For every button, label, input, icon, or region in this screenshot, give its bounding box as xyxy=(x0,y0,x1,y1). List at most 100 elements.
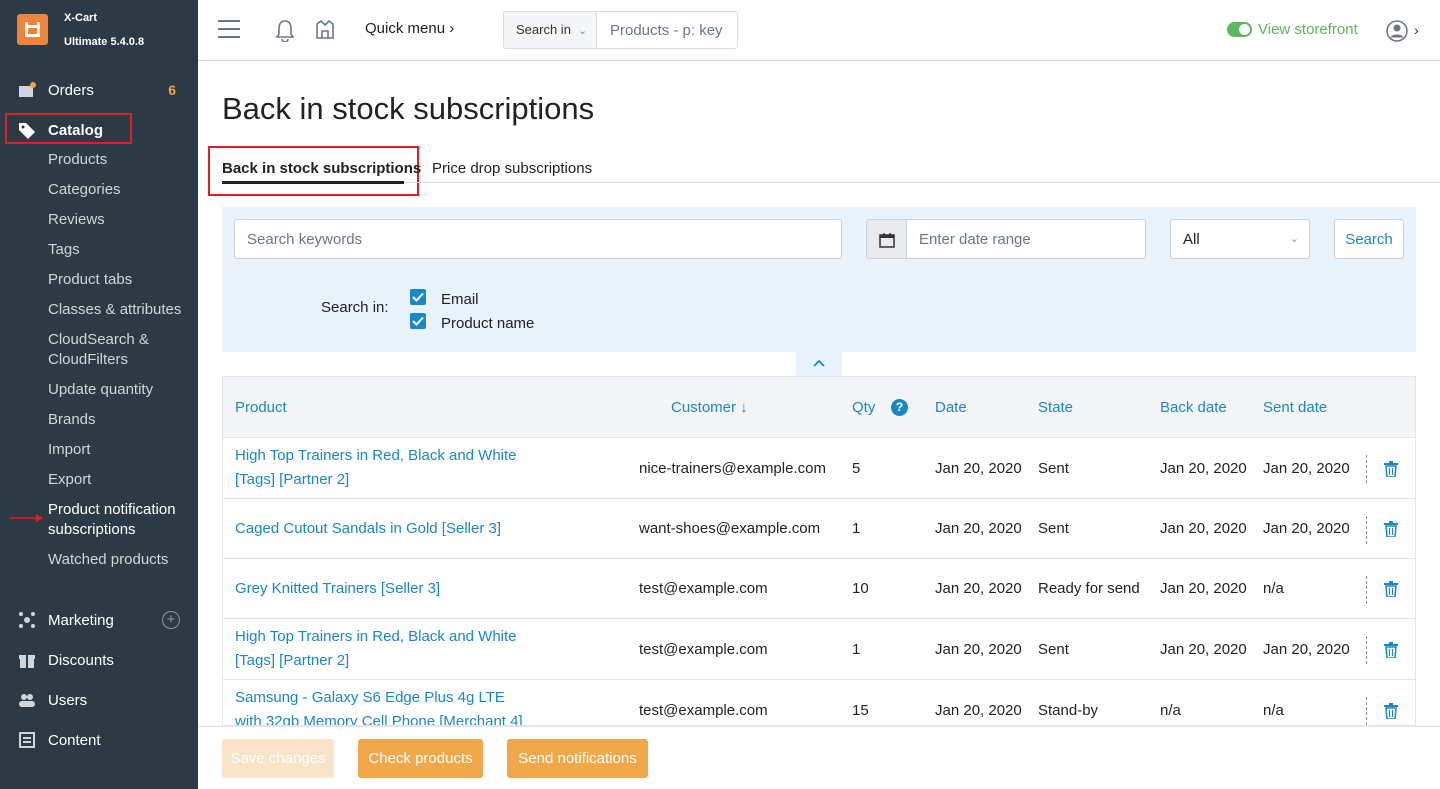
collapse-filter-button[interactable] xyxy=(796,352,842,376)
menu-icon[interactable] xyxy=(218,20,240,38)
trash-icon[interactable] xyxy=(1384,642,1398,658)
marketing-icon xyxy=(19,612,35,628)
header-search-input[interactable]: Products - p: key xyxy=(597,11,738,49)
state-value: Sent xyxy=(1038,460,1069,477)
sidebar-subitem-cloudsearch[interactable]: CloudSearch & CloudFilters xyxy=(48,330,193,370)
product-link[interactable]: High Top Trainers in Red, Black and Whit… xyxy=(235,444,535,492)
sidebar-item-label: Users xyxy=(48,692,88,709)
quick-menu[interactable]: Quick menu › xyxy=(365,20,454,37)
view-storefront-link[interactable]: View storefront xyxy=(1258,21,1358,38)
sidebar-subitem-export[interactable]: Export xyxy=(48,470,193,490)
sidebar-subitem-classes-attributes[interactable]: Classes & attributes xyxy=(48,300,193,320)
brand[interactable]: X-Cart Ultimate 5.4.0.8 xyxy=(0,0,198,60)
date-range-input[interactable]: Enter date range xyxy=(906,219,1146,259)
sidebar-item-catalog[interactable]: Catalog xyxy=(0,115,198,145)
trash-icon[interactable] xyxy=(1384,461,1398,477)
qty-value: 15 xyxy=(852,702,869,719)
tag-icon xyxy=(19,123,35,139)
sent-date-value: Jan 20, 2020 xyxy=(1263,520,1350,537)
table-header: Product Customer ↓ Qty ? Date State Back… xyxy=(223,377,1415,438)
sidebar-subitem-update-quantity[interactable]: Update quantity xyxy=(48,380,193,400)
search-in-label: Search in xyxy=(516,22,571,37)
sidebar-subitem-products[interactable]: Products xyxy=(48,150,193,170)
column-date[interactable]: Date xyxy=(935,399,967,416)
column-qty[interactable]: Qty xyxy=(852,399,875,416)
help-icon[interactable]: ? xyxy=(891,399,908,416)
state-value: Stand-by xyxy=(1038,702,1099,719)
sidebar-subitem-reviews[interactable]: Reviews xyxy=(48,210,193,230)
search-button[interactable]: Search xyxy=(1334,219,1404,259)
sidebar-subitem-brands[interactable]: Brands xyxy=(48,410,193,430)
sidebar-item-orders[interactable]: Orders 6 xyxy=(0,75,198,105)
qty-value: 5 xyxy=(852,460,861,477)
product-link[interactable]: Caged Cutout Sandals in Gold [Seller 3] xyxy=(235,517,535,541)
active-tab-underline xyxy=(222,181,404,184)
sidebar-subitem-product-tabs[interactable]: Product tabs xyxy=(48,270,193,290)
chevron-right-icon[interactable]: › xyxy=(1414,22,1419,38)
email-option-label: Email xyxy=(441,291,479,308)
email-checkbox[interactable] xyxy=(410,289,426,305)
sidebar-item-discounts[interactable]: Discounts xyxy=(0,645,198,675)
customer-email: test@example.com xyxy=(639,580,768,597)
row-divider xyxy=(1366,576,1367,604)
check-products-button[interactable]: Check products xyxy=(358,739,483,778)
status-select[interactable]: All ⌄ xyxy=(1170,219,1310,259)
trash-icon[interactable] xyxy=(1384,581,1398,597)
keywords-input[interactable]: Search keywords xyxy=(234,219,842,259)
search-in-dropdown[interactable]: Search in ⌄ xyxy=(503,11,597,49)
sidebar-item-marketing[interactable]: Marketing + xyxy=(0,605,198,635)
sidebar-item-label: Orders xyxy=(48,82,94,99)
sidebar-subitem-tags[interactable]: Tags xyxy=(48,240,193,260)
sidebar-subitem-watched-products[interactable]: Watched products xyxy=(48,550,193,570)
send-notifications-button[interactable]: Send notifications xyxy=(507,739,648,778)
gift-icon xyxy=(19,655,35,668)
product-name-checkbox[interactable] xyxy=(410,313,426,329)
table-row: High Top Trainers in Red, Black and Whit… xyxy=(223,438,1415,499)
users-icon xyxy=(19,694,35,707)
column-back-date[interactable]: Back date xyxy=(1160,399,1227,416)
brand-name: X-Cart xyxy=(64,12,98,24)
sidebar-subitem-product-notification-subscriptions[interactable]: Product notification subscriptions xyxy=(48,500,193,540)
table-row: Samsung - Galaxy S6 Edge Plus 4g LTE wit… xyxy=(223,680,1415,725)
storefront-toggle[interactable] xyxy=(1227,22,1252,37)
back-date-value: Jan 20, 2020 xyxy=(1160,580,1247,597)
sent-date-value: Jan 20, 2020 xyxy=(1263,641,1350,658)
user-avatar-icon[interactable] xyxy=(1386,20,1408,42)
product-link[interactable]: Samsung - Galaxy S6 Edge Plus 4g LTE wit… xyxy=(235,686,535,725)
column-state[interactable]: State xyxy=(1038,399,1073,416)
sidebar-item-label: Marketing xyxy=(48,612,114,629)
tab-price-drop[interactable]: Price drop subscriptions xyxy=(432,160,592,177)
row-divider xyxy=(1366,636,1367,664)
bell-icon[interactable] xyxy=(274,18,296,42)
brand-version: Ultimate 5.4.0.8 xyxy=(64,36,145,48)
date-value: Jan 20, 2020 xyxy=(935,460,1022,477)
sidebar-subitem-categories[interactable]: Categories xyxy=(48,180,193,200)
customer-email: nice-trainers@example.com xyxy=(639,460,826,477)
date-value: Jan 20, 2020 xyxy=(935,520,1022,537)
back-date-value: n/a xyxy=(1160,702,1181,719)
column-product[interactable]: Product xyxy=(235,399,287,416)
column-sent-date[interactable]: Sent date xyxy=(1263,399,1327,416)
sidebar-item-content[interactable]: Content xyxy=(0,725,198,755)
content-icon xyxy=(19,732,35,748)
search-in-label: Search in: xyxy=(321,299,389,316)
product-link[interactable]: Grey Knitted Trainers [Seller 3] xyxy=(235,577,535,601)
plus-icon[interactable]: + xyxy=(162,611,180,629)
sent-date-value: n/a xyxy=(1263,580,1284,597)
calendar-button[interactable] xyxy=(866,219,907,259)
qty-value: 1 xyxy=(852,641,861,658)
back-date-value: Jan 20, 2020 xyxy=(1160,641,1247,658)
column-customer[interactable]: Customer ↓ xyxy=(671,399,748,416)
bottom-action-bar: Save changes Check products Send notific… xyxy=(198,726,1440,789)
product-link[interactable]: High Top Trainers in Red, Black and Whit… xyxy=(235,625,535,673)
state-value: Sent xyxy=(1038,641,1069,658)
sent-date-value: Jan 20, 2020 xyxy=(1263,460,1350,477)
trash-icon[interactable] xyxy=(1384,521,1398,537)
trash-icon[interactable] xyxy=(1384,703,1398,719)
row-divider xyxy=(1366,697,1367,725)
tab-back-in-stock[interactable]: Back in stock subscriptions xyxy=(222,160,421,177)
sidebar-subitem-import[interactable]: Import xyxy=(48,440,193,460)
save-changes-button[interactable]: Save changes xyxy=(222,739,334,778)
store-icon[interactable] xyxy=(314,18,336,42)
sidebar-item-users[interactable]: Users xyxy=(0,685,198,715)
